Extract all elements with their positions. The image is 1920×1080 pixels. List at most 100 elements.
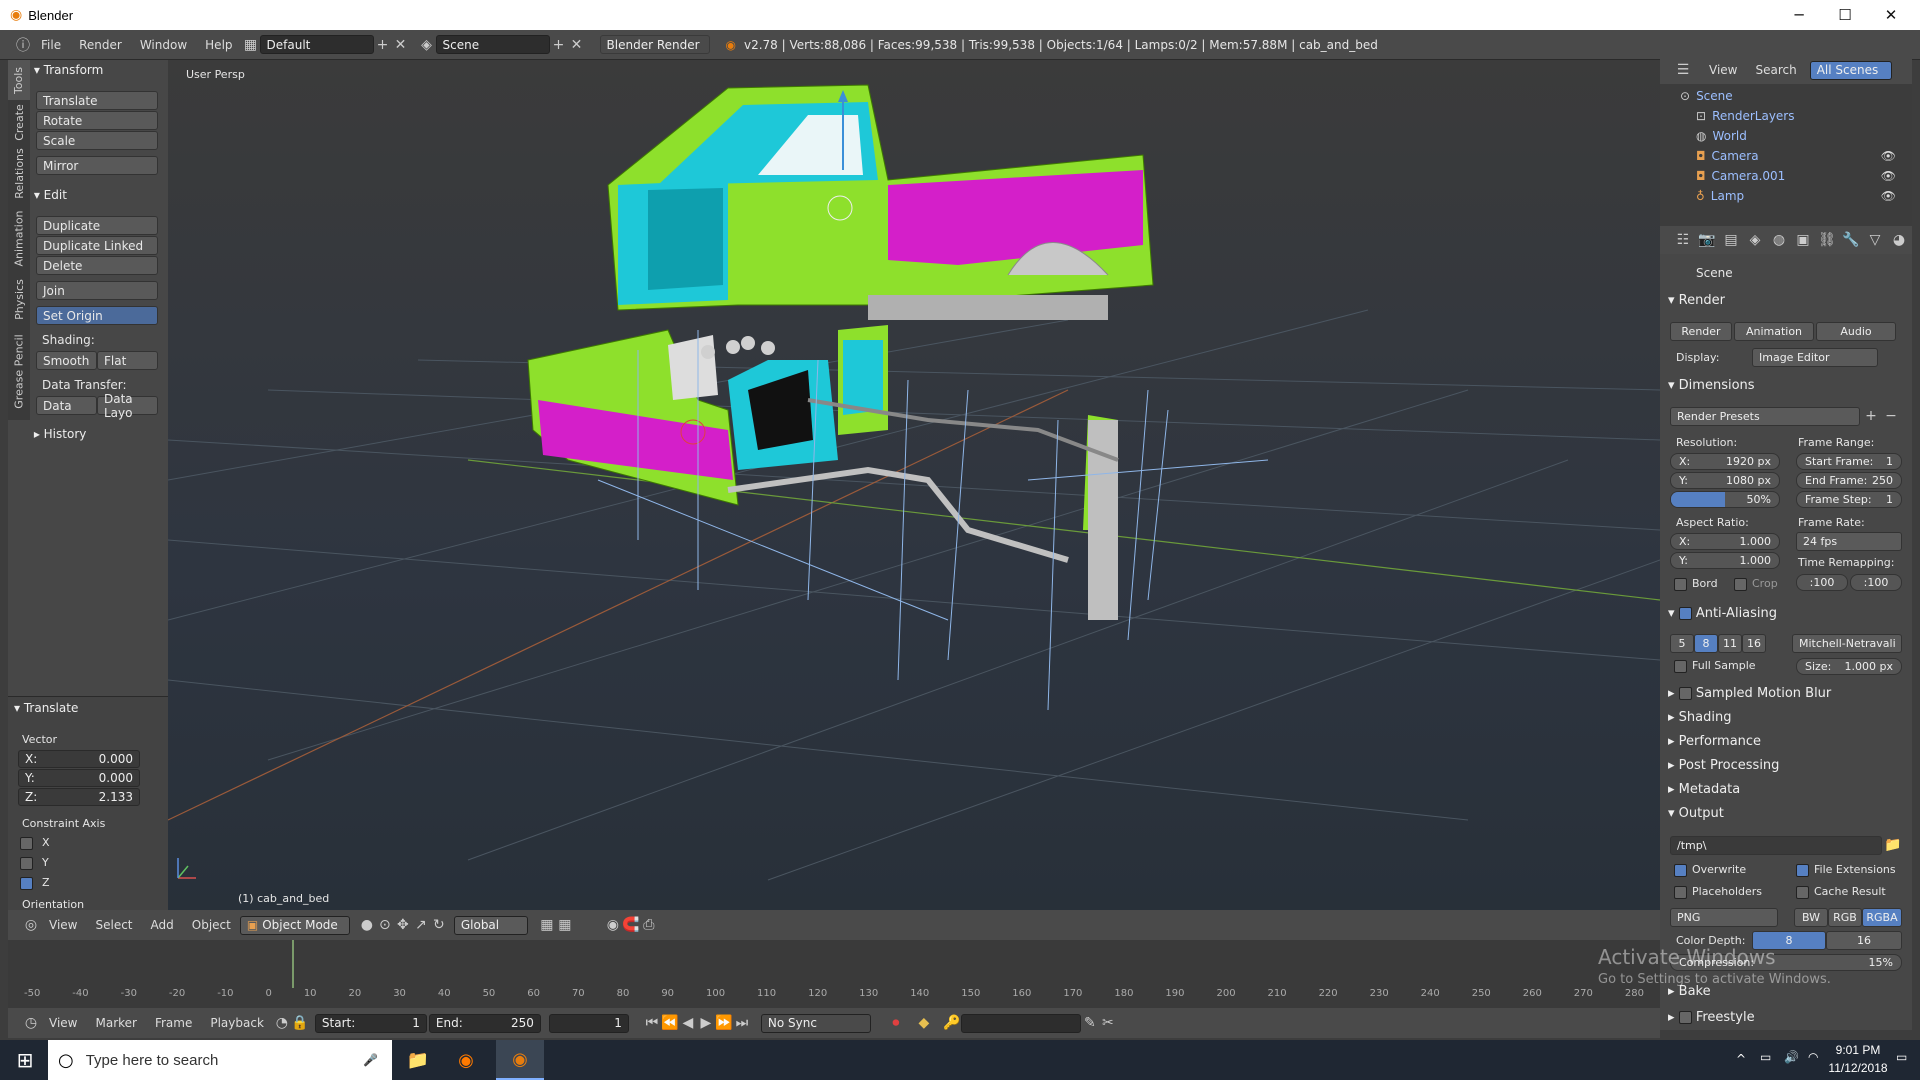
resolution-x-field[interactable]: X: 1920 px: [1670, 453, 1780, 470]
outliner-row-camera[interactable]: ◘ Camera 👁: [1660, 146, 1912, 166]
file-extensions-checkbox[interactable]: [1796, 864, 1809, 877]
remove-scene-icon[interactable]: ✕: [568, 36, 586, 54]
resolution-percentage-slider[interactable]: 50%: [1670, 491, 1780, 508]
jump-end-icon[interactable]: ⏭: [733, 1014, 751, 1032]
translate-operator-header[interactable]: ▾ Translate: [14, 697, 152, 719]
timeline[interactable]: -50 -40 -30 -20 -10 0 10 20 30 40 50 60 70 80 90 100 110…: [8, 940, 1660, 1008]
tab-create[interactable]: Create: [8, 102, 30, 142]
keyframe-icon[interactable]: ◆: [915, 1014, 933, 1032]
menu-select[interactable]: Select: [86, 918, 141, 932]
constraint-x-checkbox[interactable]: [20, 837, 33, 850]
layout-selector[interactable]: Default: [259, 35, 374, 54]
shading-panel-header[interactable]: ▸ Shading: [1668, 710, 1731, 725]
play-reverse-icon[interactable]: ◀: [679, 1014, 697, 1032]
menu-add[interactable]: Add: [142, 918, 183, 932]
performance-panel-header[interactable]: ▸ Performance: [1668, 734, 1761, 749]
blender-taskbar-icon[interactable]: ◉: [496, 1040, 544, 1080]
preview-range-icon[interactable]: ◔: [273, 1014, 291, 1032]
layout-icon[interactable]: ▦: [242, 36, 260, 54]
outliner-row-world[interactable]: ◍ World: [1660, 126, 1912, 146]
display-mode-selector[interactable]: All Scenes: [1809, 60, 1892, 80]
pivot-icon[interactable]: ⊙: [376, 916, 394, 934]
menu-file[interactable]: File: [32, 38, 70, 52]
keying-set-icon[interactable]: 🔑: [943, 1014, 961, 1032]
render-audio-button[interactable]: Audio: [1816, 322, 1896, 341]
freestyle-checkbox[interactable]: [1678, 1011, 1692, 1024]
aa-filter-selector[interactable]: Mitchell-Netravali: [1792, 634, 1902, 653]
render-image-button[interactable]: Render: [1670, 322, 1732, 341]
scene-tab-icon[interactable]: ◈: [1746, 231, 1764, 249]
jump-prev-key-icon[interactable]: ⏪: [661, 1014, 679, 1032]
remap-old-field[interactable]: :100: [1796, 574, 1848, 591]
tab-grease-pencil[interactable]: Grease Pencil: [8, 326, 30, 416]
outliner-row-renderlayers[interactable]: ⊡ RenderLayers: [1660, 106, 1912, 126]
world-tab-icon[interactable]: ◍: [1770, 231, 1788, 249]
remap-new-field[interactable]: :100: [1850, 574, 1902, 591]
jump-start-icon[interactable]: ⏮: [643, 1014, 661, 1032]
taskbar-time[interactable]: 9:01 PM: [1826, 1043, 1890, 1057]
filter-size-field[interactable]: Size: 1.000 px: [1796, 658, 1902, 675]
anti-aliasing-checkbox[interactable]: [1678, 607, 1692, 620]
shading-mode-icon[interactable]: ●: [358, 916, 376, 934]
3d-viewport[interactable]: User Persp (1) cab_and_bed: [167, 60, 1661, 910]
modifiers-tab-icon[interactable]: 🔧: [1842, 231, 1860, 249]
join-button[interactable]: Join: [36, 281, 158, 300]
add-preset-icon[interactable]: +: [1862, 407, 1880, 425]
transform-orientation-selector[interactable]: Global: [453, 915, 528, 935]
post-processing-panel-header[interactable]: ▸ Post Processing: [1668, 758, 1779, 773]
mirror-button[interactable]: Mirror: [36, 156, 158, 175]
data-button[interactable]: Data: [36, 396, 97, 415]
maximize-button[interactable]: ☐: [1822, 0, 1868, 30]
render-layers-tab-icon[interactable]: ▤: [1722, 231, 1740, 249]
timeline-menu-view[interactable]: View: [40, 1016, 86, 1030]
windows-start-icon[interactable]: ⊞: [12, 1048, 38, 1072]
timeline-menu-frame[interactable]: Frame: [146, 1016, 201, 1030]
aa-samples-5[interactable]: 5: [1670, 634, 1694, 653]
transform-panel-header[interactable]: ▾ Transform: [30, 59, 168, 81]
metadata-panel-header[interactable]: ▸ Metadata: [1668, 782, 1740, 797]
outliner-row-scene[interactable]: ⊙ Scene: [1660, 86, 1912, 106]
keying-set-field[interactable]: [960, 1013, 1081, 1033]
start-frame-field[interactable]: Start: 1: [314, 1013, 427, 1033]
full-sample-checkbox[interactable]: [1674, 660, 1687, 673]
constraints-tab-icon[interactable]: ⛓: [1818, 231, 1836, 249]
close-button[interactable]: ✕: [1868, 0, 1914, 30]
color-rgba-button[interactable]: RGBA: [1862, 908, 1902, 927]
timeline-menu-marker[interactable]: Marker: [86, 1016, 145, 1030]
render-presets-selector[interactable]: Render Presets: [1670, 407, 1860, 426]
properties-editor-icon[interactable]: ☷: [1674, 231, 1692, 249]
border-checkbox[interactable]: [1674, 578, 1687, 591]
menu-object[interactable]: Object: [183, 918, 240, 932]
set-origin-dropdown[interactable]: Set Origin: [36, 306, 158, 325]
start-frame-prop-field[interactable]: Start Frame: 1: [1796, 453, 1902, 470]
menu-help[interactable]: Help: [196, 38, 241, 52]
playhead[interactable]: [292, 940, 294, 988]
volume-icon[interactable]: 🔊: [1784, 1050, 1799, 1064]
play-icon[interactable]: ▶: [697, 1014, 715, 1032]
color-depth-16[interactable]: 16: [1826, 931, 1902, 950]
minimize-button[interactable]: ─: [1776, 0, 1822, 30]
output-panel-header[interactable]: ▾ Output: [1668, 806, 1724, 821]
cab-and-bed-object[interactable]: [607, 84, 1154, 320]
scene-selector[interactable]: Scene: [435, 35, 550, 54]
placeholders-checkbox[interactable]: [1674, 886, 1687, 899]
menu-view[interactable]: View: [40, 918, 86, 932]
editor-type-icon[interactable]: ◎: [22, 916, 40, 934]
constraint-y-checkbox[interactable]: [20, 857, 33, 870]
remove-layout-icon[interactable]: ✕: [392, 36, 410, 54]
render-animation-button[interactable]: Animation: [1734, 322, 1814, 341]
vector-y-field[interactable]: Y: 0.000: [18, 769, 140, 787]
vector-z-field[interactable]: Z: 2.133: [18, 788, 140, 806]
tab-relations[interactable]: Relations: [8, 144, 30, 202]
history-panel-header[interactable]: ▸ History: [30, 423, 168, 445]
manipulator-icon[interactable]: ✥: [394, 916, 412, 934]
outliner-editor-icon[interactable]: ☰: [1674, 61, 1692, 79]
motion-blur-checkbox[interactable]: [1678, 687, 1692, 700]
data-layout-button[interactable]: Data Layo: [97, 392, 158, 420]
current-frame-field[interactable]: 1: [548, 1013, 629, 1033]
firefox-icon[interactable]: ◉: [450, 1048, 482, 1072]
duplicate-linked-button[interactable]: Duplicate Linked: [36, 236, 158, 255]
menu-window[interactable]: Window: [131, 38, 196, 52]
outliner-row-lamp[interactable]: ♁ Lamp 👁: [1660, 186, 1912, 206]
rotate-manipulator-icon[interactable]: ↻: [430, 916, 448, 934]
